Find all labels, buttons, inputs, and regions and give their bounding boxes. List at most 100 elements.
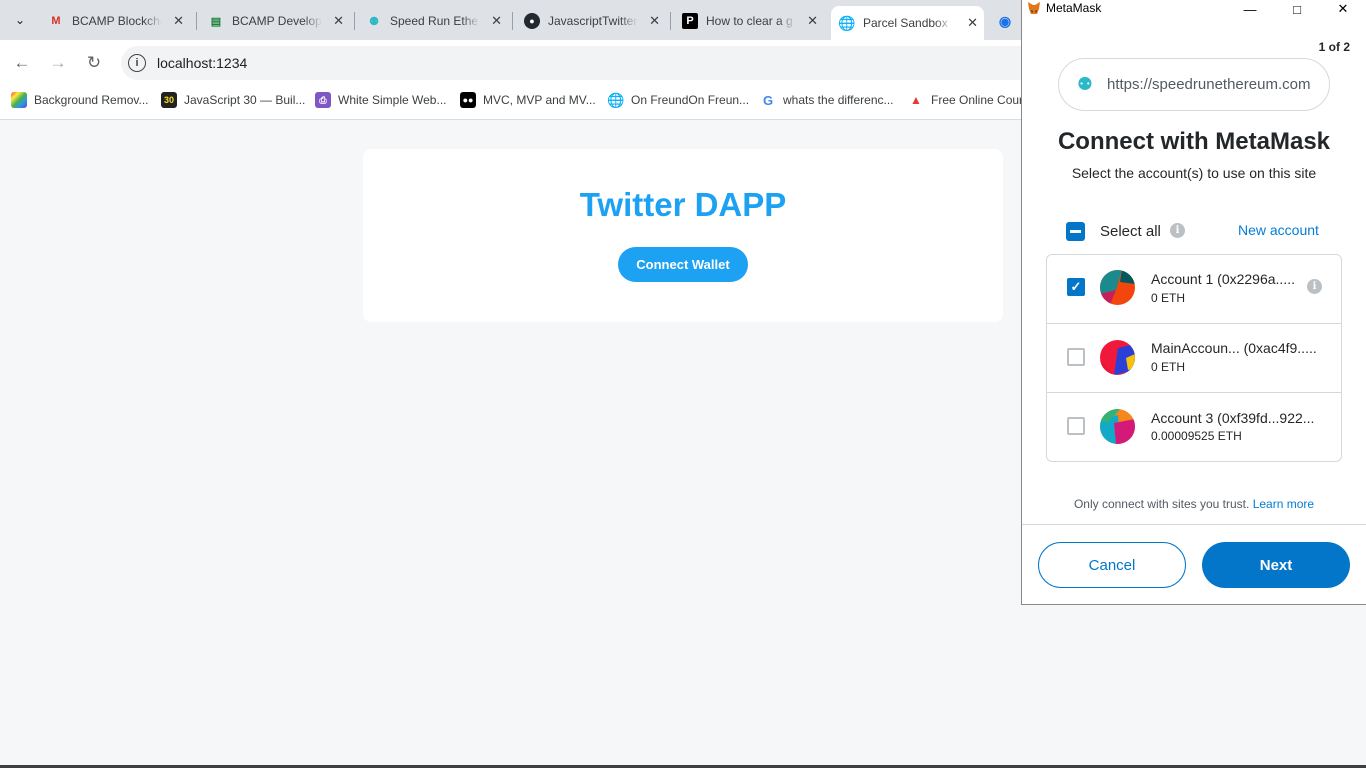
indeterminate-icon — [1070, 230, 1081, 233]
request-pager: 1 of 2 — [1318, 40, 1350, 54]
account-avatar — [1100, 270, 1135, 305]
account-avatar — [1100, 340, 1135, 375]
bookmark-item[interactable]: Background Remov... — [11, 91, 149, 109]
footer-divider — [1022, 524, 1366, 525]
github-icon: ● — [524, 13, 540, 29]
tab-parcel-sandbox[interactable]: 🌐 Parcel Sandbox ✕ — [831, 6, 984, 40]
select-all-checkbox[interactable] — [1066, 222, 1085, 241]
maximize-icon: □ — [1293, 1, 1301, 17]
gmail-icon: M — [51, 15, 61, 27]
cancel-button[interactable]: Cancel — [1038, 542, 1186, 588]
forward-arrow-icon: → — [49, 53, 67, 72]
account-checkbox[interactable] — [1067, 417, 1085, 435]
bookmark-item[interactable]: ⎙ White Simple Web... — [315, 91, 446, 109]
account-row[interactable] — [1047, 324, 1341, 393]
pexels-icon: P — [682, 13, 698, 29]
close-icon[interactable]: ✕ — [807, 13, 818, 29]
address-bar[interactable] — [121, 46, 1061, 80]
metamask-fox-icon — [1028, 2, 1040, 14]
account-row[interactable] — [1047, 255, 1341, 324]
account-balance: 0 ETH — [1151, 291, 1186, 305]
google-icon: G — [762, 92, 774, 108]
bookmark-label: JavaScript 30 — Buil... — [184, 93, 306, 107]
tab-title: BCAMP Blockcha — [72, 14, 162, 28]
tab-separator — [354, 12, 355, 30]
connect-heading: Connect with MetaMask — [1057, 128, 1331, 155]
connect-wallet-button[interactable]: Connect Wallet — [618, 247, 748, 282]
minimize-button[interactable]: — — [1238, 0, 1262, 18]
globe-icon: 🌐 — [607, 91, 625, 108]
tab-bcamp-develop[interactable]: ▤ BCAMP Develop ✕ — [200, 6, 350, 36]
tab-title: How to clear a g — [706, 14, 793, 28]
tab-search-button[interactable]: ⌄ — [8, 8, 32, 32]
bookmark-item[interactable]: G whats the differenc... — [760, 91, 894, 109]
site-origin-pill: ⚉ https://speedrunethereum.com — [1058, 58, 1330, 111]
account-name: Account 1 (0x2296a..... — [1151, 271, 1295, 287]
account-checkbox[interactable] — [1067, 348, 1085, 366]
sheets-icon: ▤ — [210, 15, 222, 28]
tab-bcamp-blockchain[interactable]: M BCAMP Blockcha ✕ — [40, 6, 190, 36]
tab-javascript-twitter[interactable]: ● JavascriptTwitter ✕ — [516, 6, 666, 36]
close-icon[interactable]: ✕ — [491, 13, 502, 29]
bookmark-label: MVC, MVP and MV... — [483, 93, 596, 107]
chevron-down-icon: ⌄ — [14, 13, 26, 27]
close-window-button[interactable]: ✕ — [1331, 0, 1355, 18]
info-icon[interactable]: i — [1307, 279, 1322, 294]
rainbow-icon — [11, 92, 27, 108]
close-icon: ✕ — [1337, 1, 1349, 16]
tab-how-to-clear[interactable]: P How to clear a g ✕ — [674, 6, 824, 36]
printer-icon: ⎙ — [315, 92, 331, 108]
tab-separator — [670, 12, 671, 30]
bookmark-item[interactable]: ▲ Free Online Cour — [908, 91, 1023, 109]
close-icon[interactable]: ✕ — [173, 13, 184, 29]
account-name: MainAccoun... (0xac4f9..... — [1151, 340, 1317, 356]
speedrun-icon: ⚉ — [369, 15, 379, 28]
bookmark-label: whats the differenc... — [783, 93, 894, 107]
reload-icon: ↻ — [86, 53, 102, 72]
minimize-icon: — — [1243, 1, 1257, 17]
url-text[interactable]: localhost:1234 — [157, 55, 247, 71]
new-account-link[interactable]: New account — [1238, 222, 1319, 238]
tab-separator — [196, 12, 197, 30]
close-icon[interactable]: ✕ — [967, 15, 978, 31]
trust-notice: Only connect with sites you trust. Learn… — [1022, 497, 1366, 511]
origin-url: https://speedrunethereum.com — [1107, 76, 1311, 93]
tab-title: JavascriptTwitter — [548, 14, 638, 28]
info-icon[interactable]: i — [1170, 223, 1185, 238]
tab-title: BCAMP Develop — [232, 14, 322, 28]
maximize-button[interactable]: □ — [1285, 0, 1309, 18]
speedrun-icon: ⚉ — [1076, 74, 1094, 94]
tab-title: Speed Run Ethe — [390, 14, 479, 28]
bookmark-label: Free Online Cour — [931, 93, 1024, 107]
close-icon[interactable]: ✕ — [333, 13, 344, 29]
account-name: Account 3 (0xf39fd...922... — [1151, 410, 1315, 426]
tab-speed-run[interactable]: ⚉ Speed Run Ethe ✕ — [358, 6, 508, 36]
bookmark-item[interactable]: ●● MVC, MVP and MV... — [460, 91, 596, 109]
back-arrow-icon: ← — [13, 53, 31, 72]
bookmark-item[interactable]: 🌐 On FreundOn Freun... — [607, 91, 749, 109]
tab-title: Parcel Sandbox — [863, 16, 948, 30]
tab-separator — [512, 12, 513, 30]
metamask-window-title: MetaMask — [1046, 1, 1102, 15]
account-avatar — [1100, 409, 1135, 444]
course-icon: ▲ — [910, 93, 922, 107]
site-info-icon[interactable]: i — [128, 54, 146, 72]
javascript30-icon: 30 — [161, 92, 177, 108]
close-icon[interactable]: ✕ — [649, 13, 660, 29]
learn-more-link[interactable]: Learn more — [1253, 497, 1314, 511]
trust-text: Only connect with sites you trust. — [1073, 497, 1250, 511]
bookmark-label: Background Remov... — [34, 93, 149, 107]
account-balance: 0.00009525 ETH — [1151, 429, 1242, 443]
select-all-label: Select all — [1100, 223, 1161, 240]
tab-partial[interactable]: ◉ — [990, 6, 1020, 36]
account-checkbox[interactable]: ✓ — [1067, 278, 1085, 296]
back-button[interactable]: ← — [11, 52, 33, 74]
medium-icon: ●● — [460, 92, 476, 108]
dapp-card — [363, 149, 1003, 322]
reload-button[interactable]: ↻ — [83, 52, 105, 74]
account-row[interactable] — [1047, 393, 1341, 462]
page-title: Twitter DAPP — [579, 186, 787, 223]
bookmark-item[interactable]: 30 JavaScript 30 — Buil... — [161, 91, 305, 109]
forward-button[interactable]: → — [47, 52, 69, 74]
next-button[interactable]: Next — [1202, 542, 1350, 588]
